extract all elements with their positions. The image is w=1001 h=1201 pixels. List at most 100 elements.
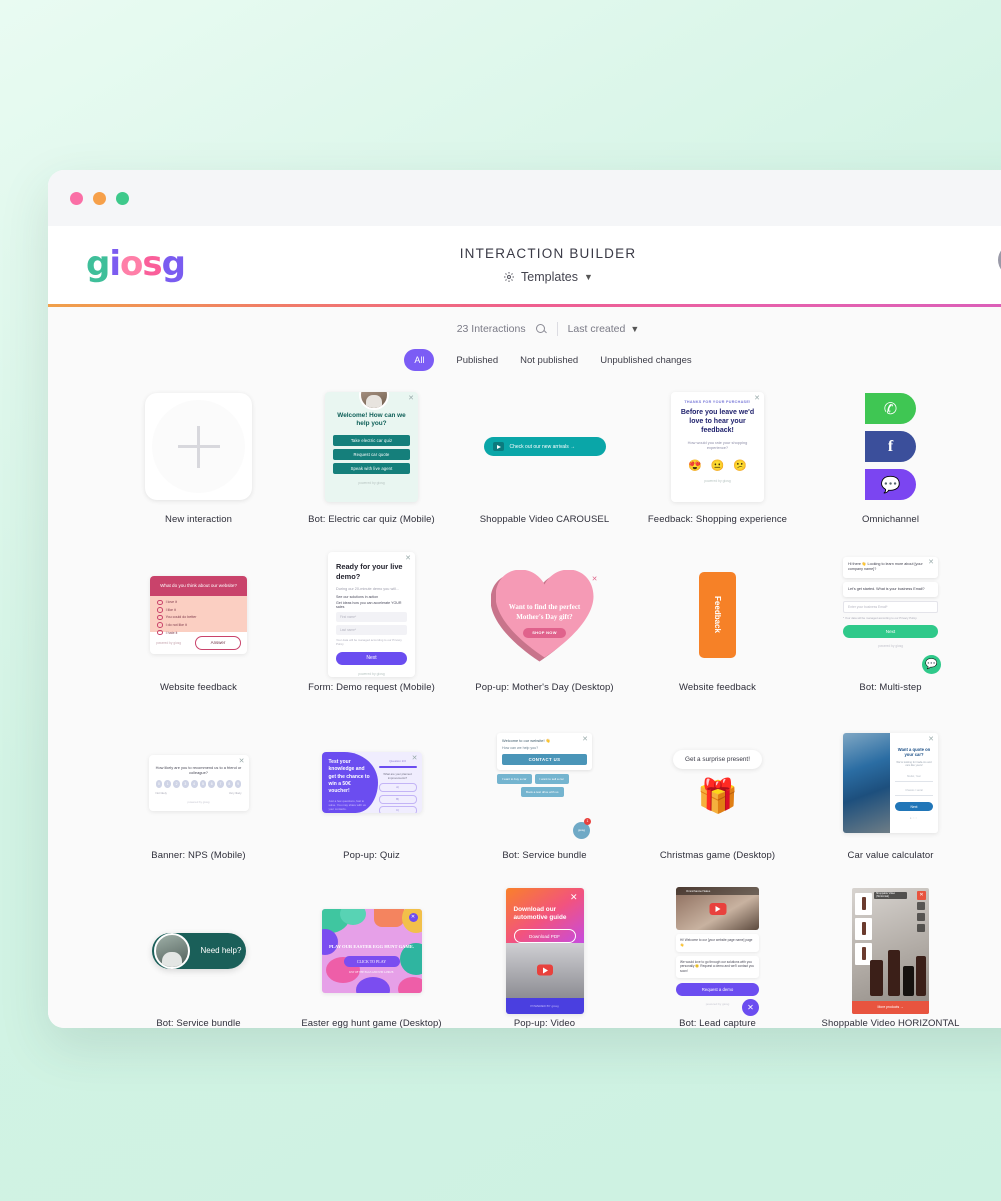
emoji-neutral[interactable]: 😐 <box>711 459 725 472</box>
contact-us-button[interactable]: CONTACT US <box>502 753 587 765</box>
card-quiz-electric[interactable]: Is an right Take this quiz to find out w… <box>977 381 1001 549</box>
emoji-rating[interactable]: 😍 😐 😕 <box>677 459 758 472</box>
nps-score[interactable]: 5 <box>199 780 207 788</box>
close-icon[interactable]: ✕ <box>754 395 760 402</box>
nps-score[interactable]: 2 <box>173 780 180 788</box>
nps-score[interactable]: 4 <box>190 780 198 788</box>
filter-published[interactable]: Published <box>456 355 498 366</box>
templates-dropdown[interactable]: Templates ▼ <box>460 270 637 284</box>
emoji-love[interactable]: 😍 <box>688 459 702 472</box>
video-controls[interactable] <box>917 901 925 932</box>
close-icon[interactable]: ✕ <box>917 890 926 900</box>
popup-quiz-thumb[interactable]: ✕ Test your knowledge and get the chance… <box>297 717 447 848</box>
answer-button[interactable]: Answer <box>195 635 241 650</box>
mobile-commerce-thumb[interactable]: ☎Call ✉Se <box>989 885 1001 1016</box>
maximize-window-button[interactable] <box>116 191 129 205</box>
christmas-thumb[interactable]: Get a surprise present! 🎁 <box>643 717 793 848</box>
next-button[interactable]: Next <box>336 651 407 665</box>
bot-chip[interactable]: I want to buy a car <box>497 773 532 784</box>
download-pdf-button[interactable]: Download PDF <box>513 929 576 944</box>
more-products-bar[interactable]: More products → <box>852 1000 929 1014</box>
quiz-answer[interactable]: A) <box>378 783 417 792</box>
sort-dropdown[interactable]: Last created ▼ <box>568 323 640 335</box>
window-controls[interactable] <box>70 191 129 205</box>
card-website-feedback[interactable]: ✕ What do you think about our website? I… <box>112 549 285 717</box>
close-icon[interactable]: ✕ <box>928 736 934 743</box>
feedback-options[interactable]: I love it I like it You could do better … <box>150 595 247 636</box>
next-button[interactable]: Next <box>843 625 938 639</box>
card-calendar[interactable]: WE A JUST Save your spot before it's too… <box>977 717 1001 885</box>
close-window-button[interactable] <box>70 191 83 205</box>
card-banner-nps[interactable]: ✕ How likely are you to recommend us to … <box>112 717 285 885</box>
form-demo-thumb[interactable]: ✕ Ready for your live demo? During our 2… <box>297 549 447 680</box>
newsletter-thumb[interactable] <box>989 549 1001 680</box>
feedback-tab-thumb[interactable]: Feedback <box>643 549 793 680</box>
nps-thumb[interactable]: ✕ How likely are you to recommend us to … <box>124 717 274 848</box>
need-help-thumb[interactable]: Need help? <box>124 885 274 1016</box>
shoppable-horizontal-thumb[interactable]: Shoppable Video (Horizontal) ✕ More prod… <box>816 885 966 1016</box>
card-bot-electric-car-quiz[interactable]: ✕ Welcome! How can we help you? Take ele… <box>285 381 458 549</box>
bot-option-1[interactable]: Take electric car quiz <box>333 434 410 446</box>
first-name-field[interactable]: First name* <box>336 611 407 622</box>
card-popup-video[interactable]: ✕ Download our automotive guide Download… <box>458 885 631 1028</box>
minimize-window-button[interactable] <box>93 191 106 205</box>
play-icon[interactable] <box>709 902 726 915</box>
filter-not-published[interactable]: Not published <box>520 355 578 366</box>
nps-score[interactable]: 3 <box>181 780 189 788</box>
easter-thumb[interactable]: ✕ PLAY OUR EASTER EGG HUNT GAME. CLICK T… <box>297 885 447 1016</box>
close-icon[interactable]: ✕ <box>928 559 934 566</box>
radio-icon[interactable] <box>157 614 163 621</box>
filter-unpublished-changes[interactable]: Unpublished changes <box>600 355 691 366</box>
close-chat-icon[interactable]: ✕ <box>742 999 759 1016</box>
chassis-field[interactable]: Chassis / serial <box>895 786 933 797</box>
close-icon[interactable]: ✕ <box>405 555 411 562</box>
last-name-field[interactable]: Last name* <box>336 624 407 635</box>
omnichannel-thumb[interactable]: ✆ f 💬 <box>816 381 966 512</box>
card-form-demo-request[interactable]: ✕ Ready for your live demo? During our 2… <box>285 549 458 717</box>
facebook-icon[interactable]: f <box>865 431 916 462</box>
popup-video-thumb[interactable]: ✕ Download our automotive guide Download… <box>470 885 620 1016</box>
email-field[interactable]: Enter your business Email* <box>843 601 938 614</box>
radio-icon[interactable] <box>157 629 163 636</box>
card-bot-lead-capture[interactable]: Omnichannel Sales Hi! Welcome to our [yo… <box>631 885 804 1028</box>
need-help-launcher[interactable]: Need help? <box>151 932 246 969</box>
mothers-day-thumb[interactable]: ✕ Want to find the perfect Mother's Day … <box>470 549 620 680</box>
car-value-thumb[interactable]: ✕ Want a quote on your car? We're lookin… <box>816 717 966 848</box>
video-preview[interactable] <box>505 942 584 998</box>
bot-electric-thumb[interactable]: ✕ Welcome! How can we help you? Take ele… <box>297 381 447 512</box>
nps-scale[interactable]: 0 1 2 3 4 5 6 7 8 9 <box>155 780 242 788</box>
bot-chip[interactable]: Book a test drive with us <box>521 786 564 797</box>
feedback-tab[interactable]: Feedback <box>699 571 736 658</box>
card-popup-quiz[interactable]: ✕ Test your knowledge and get the chance… <box>285 717 458 885</box>
nps-score[interactable]: 1 <box>164 780 172 788</box>
card-new-interaction[interactable]: New interaction <box>112 381 285 549</box>
card-omnichannel[interactable]: ✆ f 💬 Omnichannel <box>804 381 977 549</box>
service-bundle-thumb[interactable]: ✕ Welcome to our website! 👋 How can we h… <box>470 717 620 848</box>
gift-icon[interactable]: 🎁 <box>697 777 738 816</box>
close-icon[interactable]: ✕ <box>408 912 418 922</box>
card-mothers-day[interactable]: ✕ Want to find the perfect Mother's Day … <box>458 549 631 717</box>
giosg-chat-icon[interactable]: 💬 <box>865 469 916 500</box>
card-mobile-commerce[interactable]: ☎Call ✉Se Mobile co <box>977 885 1001 1028</box>
whatsapp-icon[interactable]: ✆ <box>865 393 916 424</box>
calendar-thumb[interactable]: WE A JUST Save your spot before it's too… <box>989 717 1001 848</box>
close-icon[interactable]: ✕ <box>408 395 414 402</box>
radio-icon[interactable] <box>157 607 163 613</box>
card-website-feedback-tab[interactable]: Feedback Website feedback <box>631 549 804 717</box>
card-bot-service-bundle-pill[interactable]: Need help? Bot: Service bundle <box>112 885 285 1028</box>
card-newsletter[interactable]: Newsletter s <box>977 549 1001 717</box>
card-bot-service-bundle[interactable]: ✕ Welcome to our website! 👋 How can we h… <box>458 717 631 885</box>
radio-icon[interactable] <box>157 599 163 606</box>
bot-option-2[interactable]: Request car quote <box>333 448 410 460</box>
nps-score[interactable]: 7 <box>217 780 224 788</box>
card-bot-multi-step[interactable]: ✕ Hi there 👋 Looking to learn more about… <box>804 549 977 717</box>
card-feedback-shopping[interactable]: ✕ THANKS FOR YOUR PURCHASE! Before you l… <box>631 381 804 549</box>
quiz-answer[interactable]: B) <box>378 794 417 804</box>
card-car-value-calculator[interactable]: ✕ Want a quote on your car? We're lookin… <box>804 717 977 885</box>
card-easter-egg-game[interactable]: ✕ PLAY OUR EASTER EGG HUNT GAME. CLICK T… <box>285 885 458 1028</box>
search-icon[interactable] <box>535 323 547 335</box>
request-demo-button[interactable]: Request a demo <box>676 982 759 996</box>
bot-option-3[interactable]: Speak with live agent <box>333 462 410 474</box>
carousel-thumb[interactable]: Check out our new arrivals → <box>470 381 620 512</box>
chat-bubble-icon[interactable]: 💬 <box>922 655 941 674</box>
